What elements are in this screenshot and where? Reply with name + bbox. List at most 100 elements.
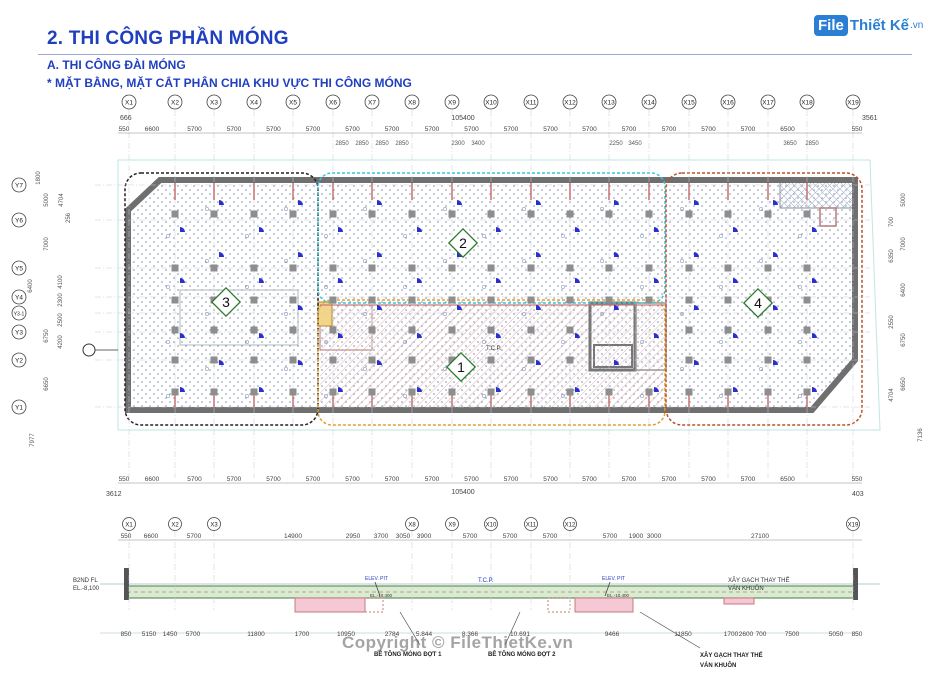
grid-label-x9: X9: [448, 100, 456, 107]
grid-label-x4: X4: [250, 100, 258, 107]
section-dim-top-12: 1900: [629, 533, 644, 540]
grid-label-x13: X13: [603, 100, 615, 107]
pit-2: [574, 597, 634, 613]
dim-bottom-7: 5700: [385, 476, 400, 483]
column-pad-82: [210, 388, 218, 396]
dim-bottom-2: 5700: [187, 476, 202, 483]
column-pad-87: [408, 388, 416, 396]
plan-total-dim-top: 105400: [451, 115, 474, 122]
column-pad-71: [368, 356, 376, 364]
column-pad-27: [566, 264, 574, 272]
column-pad-57: [408, 326, 416, 334]
dim-top-11: 5700: [543, 126, 558, 133]
column-pad-61: [566, 326, 574, 334]
column-pad-58: [448, 326, 456, 334]
dim-top-14: 5700: [662, 126, 677, 133]
callout-brick-replace: XÂY GẠCH THAY THẾ: [700, 652, 763, 659]
column-pad-5: [368, 210, 376, 218]
column-pad-11: [605, 210, 613, 218]
section-note-brick: XÂY GẠCH THAY THẾ: [728, 577, 789, 584]
dim-right-2: 6350: [889, 249, 895, 263]
section-dim-bottom-16: 7500: [785, 631, 800, 638]
column-pad-30: [685, 264, 693, 272]
section-dim-bottom-18: 850: [852, 631, 863, 638]
column-pad-19: [250, 264, 258, 272]
dim-top-8: 5700: [425, 126, 440, 133]
column-pad-67: [210, 356, 218, 364]
column-pad-31: [724, 264, 732, 272]
dim-sub-5: 3400: [471, 141, 485, 147]
column-pad-52: [210, 326, 218, 334]
section-dim-bottom-17: 5050: [829, 631, 844, 638]
column-pad-50: [803, 296, 811, 304]
grid-label-x12: X12: [564, 100, 576, 107]
dim-sub-8: 3650: [783, 141, 797, 147]
dim-bottom-13: 5700: [622, 476, 637, 483]
column-pad-89: [487, 388, 495, 396]
left-corner-dim: 666: [120, 115, 132, 122]
column-pad-56: [368, 326, 376, 334]
dim-top-4: 5700: [266, 126, 281, 133]
grid-label-x19: X19: [847, 100, 859, 107]
column-pad-80: [803, 356, 811, 364]
column-pad-97: [803, 388, 811, 396]
column-pad-81: [171, 388, 179, 396]
grid-label-x14: X14: [643, 100, 655, 107]
column-pad-38: [329, 296, 337, 304]
dim-top-7: 5700: [385, 126, 400, 133]
column-pad-51: [171, 326, 179, 334]
section-grid-label-x9: X9: [448, 523, 456, 529]
grid-label-x18: X18: [801, 100, 813, 107]
section-note-formwork: VÁN KHUÔN: [728, 585, 764, 592]
section-dim-top-14: 27100: [751, 533, 769, 540]
zone-label-2: 2: [459, 235, 467, 251]
dim-right-5: 2550: [889, 315, 895, 329]
section-dim-top-8: 5700: [463, 533, 478, 540]
dim-bottom-6: 5700: [345, 476, 360, 483]
dim-right-0: 5000: [901, 193, 907, 207]
plan-total-dim-bottom: 105400: [451, 489, 474, 496]
column-pad-77: [685, 356, 693, 364]
elev-value-1: EL.-10.400: [370, 593, 393, 598]
column-pad-28: [605, 264, 613, 272]
elev-value-2: EL.-10.400: [607, 593, 630, 598]
section-dim-bottom-12: 11850: [674, 631, 692, 638]
dim-left-6: 4100: [58, 275, 64, 289]
dim-bottom-9: 5700: [464, 476, 479, 483]
grid-label-x10: X10: [485, 100, 497, 107]
dim-left-12: 7977: [30, 433, 36, 447]
dim-top-15: 5700: [701, 126, 716, 133]
grid-label-x3: X3: [210, 100, 218, 107]
column-pad-41: [448, 296, 456, 304]
grid-label-y1: Y1: [15, 404, 23, 411]
section-dim-bottom-5: 1700: [295, 631, 310, 638]
dim-right-9: 7136: [918, 428, 924, 442]
grid-label-y5: Y5: [15, 265, 23, 272]
column-pad-66: [171, 356, 179, 364]
section-dim-bottom-13: 1700: [724, 631, 739, 638]
dim-top-17: 6500: [780, 126, 795, 133]
column-pad-70: [329, 356, 337, 364]
column-pad-69: [289, 356, 297, 364]
column-pad-23: [408, 264, 416, 272]
dim-sub-6: 2250: [609, 141, 623, 147]
column-pad-72: [408, 356, 416, 364]
grid-label-x5: X5: [289, 100, 297, 107]
column-pad-43: [527, 296, 535, 304]
dim-sub-7: 3450: [628, 141, 642, 147]
watermark: Copyright © FileThietKe.vn: [342, 633, 574, 652]
column-pad-84: [289, 388, 297, 396]
section-grid-label-x11: X11: [526, 523, 537, 529]
dim-sub-0: 2850: [335, 141, 349, 147]
bottom-left-dim: 3612: [106, 491, 122, 498]
column-pad-21: [329, 264, 337, 272]
section-dim-bottom-2: 1450: [163, 631, 178, 638]
section-tcp-label: T.C.P.: [478, 578, 494, 584]
section-dim-bottom-0: 850: [121, 631, 132, 638]
section-dim-top-9: 5700: [503, 533, 518, 540]
grid-label-x6: X6: [329, 100, 337, 107]
column-pad-79: [764, 356, 772, 364]
column-pad-96: [764, 388, 772, 396]
column-pad-88: [448, 388, 456, 396]
dim-right-3: 7000: [901, 237, 907, 251]
